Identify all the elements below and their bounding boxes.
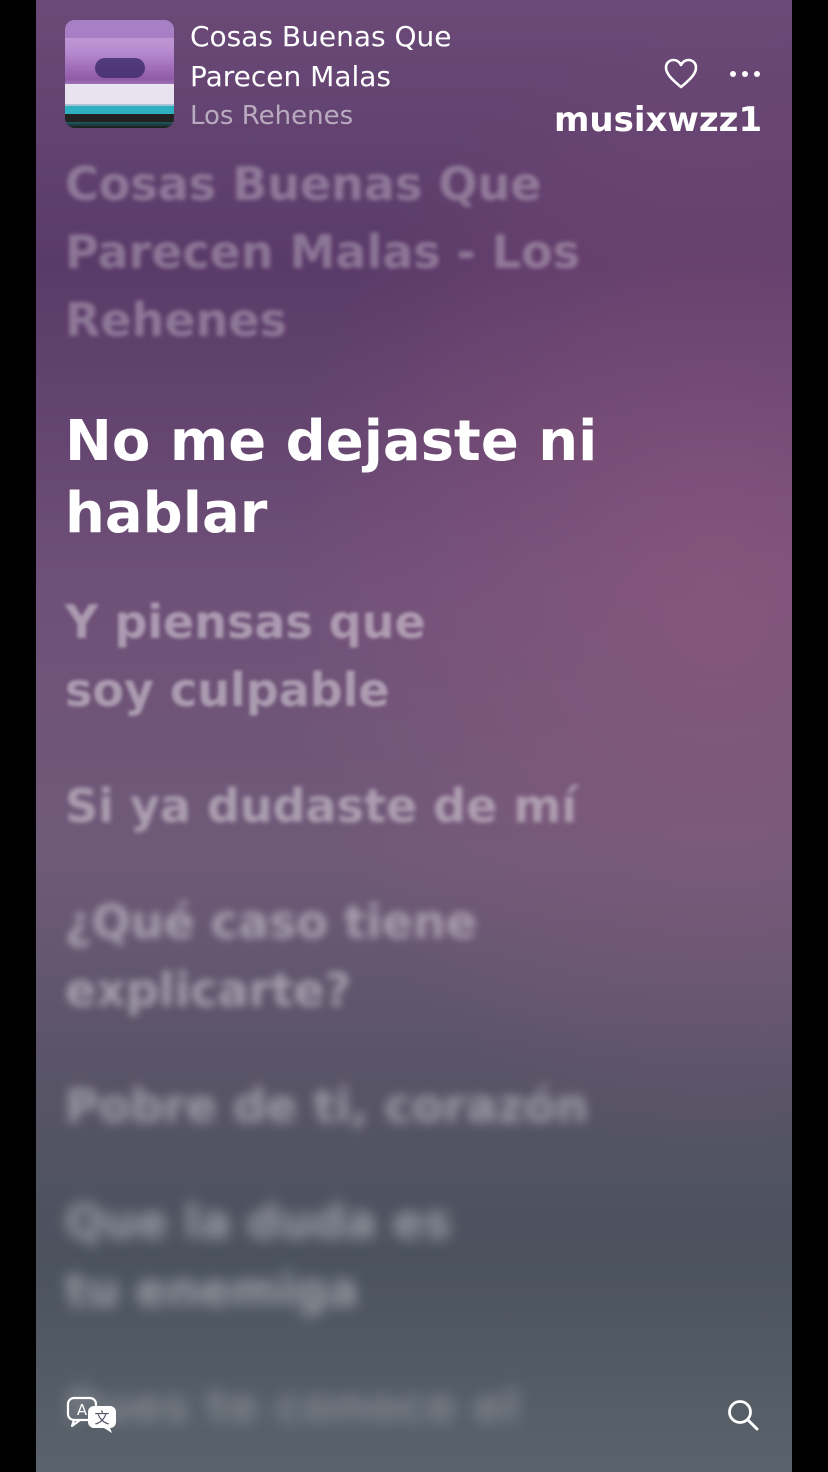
- watermark-text: musixwzz1: [554, 100, 763, 140]
- lyric-line[interactable]: Si ya dudaste de mí: [65, 772, 765, 840]
- lyric-line[interactable]: Y piensas que soy culpable: [65, 588, 485, 724]
- more-icon[interactable]: [728, 66, 762, 82]
- translate-icon[interactable]: A 文: [66, 1396, 118, 1434]
- artist-name[interactable]: Los Rehenes: [190, 99, 353, 133]
- album-logo: [95, 58, 145, 78]
- search-icon[interactable]: [726, 1398, 760, 1432]
- svg-text:文: 文: [94, 1409, 109, 1427]
- lyric-line[interactable]: Pobre de ti, corazón: [65, 1072, 765, 1140]
- lyric-line[interactable]: Que la duda es tu enemiga: [65, 1188, 485, 1324]
- lyric-line-previous[interactable]: Cosas Buenas Que Parecen Malas - Los Reh…: [65, 150, 765, 354]
- heart-icon[interactable]: [664, 58, 698, 90]
- lyrics-list[interactable]: Cosas Buenas Que Parecen Malas - Los Reh…: [65, 150, 765, 1440]
- lyric-line-current[interactable]: No me dejaste ni hablar: [65, 406, 765, 550]
- song-title: Cosas Buenas Que Parecen Malas: [190, 20, 452, 93]
- lyric-line[interactable]: Pues te conoce el: [65, 1372, 765, 1440]
- lyric-line[interactable]: ¿Qué caso tiene explicarte?: [65, 888, 505, 1024]
- album-art[interactable]: [65, 20, 174, 128]
- lyrics-screen: Cosas Buenas Que Parecen Malas Los Rehen…: [36, 0, 792, 1472]
- svg-text:A: A: [77, 1401, 88, 1419]
